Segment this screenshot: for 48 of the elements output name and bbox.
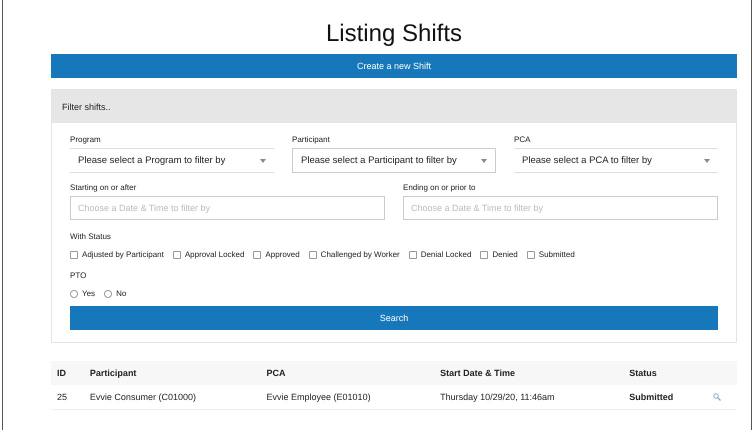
checkbox-label: Denial Locked [420, 250, 472, 259]
checkbox-label: Submitted [538, 250, 575, 259]
field-label: PCA [514, 135, 532, 144]
checkbox-label: Denied [492, 250, 518, 259]
checkbox[interactable] [253, 250, 262, 258]
checkbox[interactable] [70, 250, 78, 258]
table-cell: Submitted [623, 385, 708, 410]
checkbox[interactable] [308, 250, 317, 258]
checkbox[interactable] [172, 250, 181, 258]
date-input-field[interactable]: Choose a Date & Time to filter by [70, 196, 385, 220]
radio-button[interactable] [70, 290, 78, 298]
filter-header: Filter shifts.. [52, 90, 736, 123]
column-header: PCA [260, 361, 434, 385]
column-header: Start Date & Time [434, 361, 624, 385]
checkbox-label: Approved [265, 250, 300, 259]
create-shift-button[interactable]: Create a new Shift [51, 54, 737, 78]
caret-icon [704, 158, 710, 162]
checkbox-label: Challenged by Worker [320, 250, 400, 259]
radio-label: Yes [82, 289, 96, 298]
column-header: Status [623, 361, 708, 385]
page-title: Listing Shifts [324, 19, 464, 49]
select-field[interactable]: Please select a PCA to filter by [514, 148, 718, 173]
radio-button[interactable] [104, 290, 112, 298]
field-label: Starting on or after [70, 183, 138, 192]
select-field[interactable]: Please select a Participant to filter by [292, 148, 496, 173]
checkbox-label: Approval Locked [184, 250, 244, 259]
caret-icon [481, 158, 487, 162]
table-cell: Evvie Consumer (C01000) [84, 385, 261, 410]
pto-label: PTO [70, 271, 88, 280]
search-button[interactable]: Search [70, 306, 718, 330]
table-cell: Evvie Employee (E01010) [260, 385, 434, 410]
column-header: ID [51, 361, 84, 385]
field-label: Program [70, 135, 102, 144]
checkbox[interactable] [408, 250, 417, 258]
table-cell: 25 [51, 385, 84, 410]
caret-icon [260, 158, 266, 162]
radio-label: No [116, 289, 126, 298]
search-icon[interactable] [713, 393, 722, 401]
column-header: Participant [84, 361, 261, 385]
date-input-field[interactable]: Choose a Date & Time to filter by [403, 196, 718, 220]
status-label: With Status [70, 232, 112, 241]
table-cell: Thursday 10/29/20, 11:46am [434, 385, 624, 410]
field-label: Participant [292, 135, 331, 144]
checkbox[interactable] [480, 250, 488, 258]
checkbox-label: Adjusted by Participant [82, 250, 164, 259]
select-field[interactable]: Please select a Program to filter by [70, 148, 274, 173]
field-label: Ending on or prior to [403, 183, 476, 192]
checkbox[interactable] [526, 250, 535, 258]
